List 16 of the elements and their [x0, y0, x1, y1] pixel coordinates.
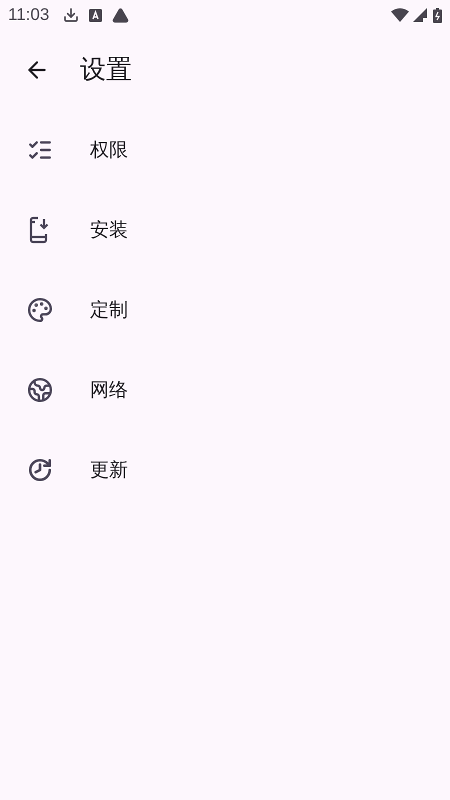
app-notification-icon: [89, 8, 102, 22]
warning-icon: [112, 6, 130, 24]
wifi-icon: [391, 8, 409, 22]
globe-icon: [27, 377, 53, 403]
settings-item[interactable]: 安装: [0, 190, 450, 270]
settings-item[interactable]: 定制: [0, 270, 450, 350]
signal-icon: [413, 8, 427, 22]
status-time: 11:03: [8, 4, 50, 26]
settings-item[interactable]: 网络: [0, 350, 450, 430]
download-icon: [63, 7, 80, 23]
battery-icon: [433, 8, 442, 22]
palette-icon: [27, 297, 53, 323]
clock-refresh-icon: [27, 457, 53, 483]
settings-item[interactable]: 更新: [0, 430, 450, 510]
settings-item[interactable]: 权限: [0, 110, 450, 190]
page-title: 设置: [80, 54, 132, 86]
